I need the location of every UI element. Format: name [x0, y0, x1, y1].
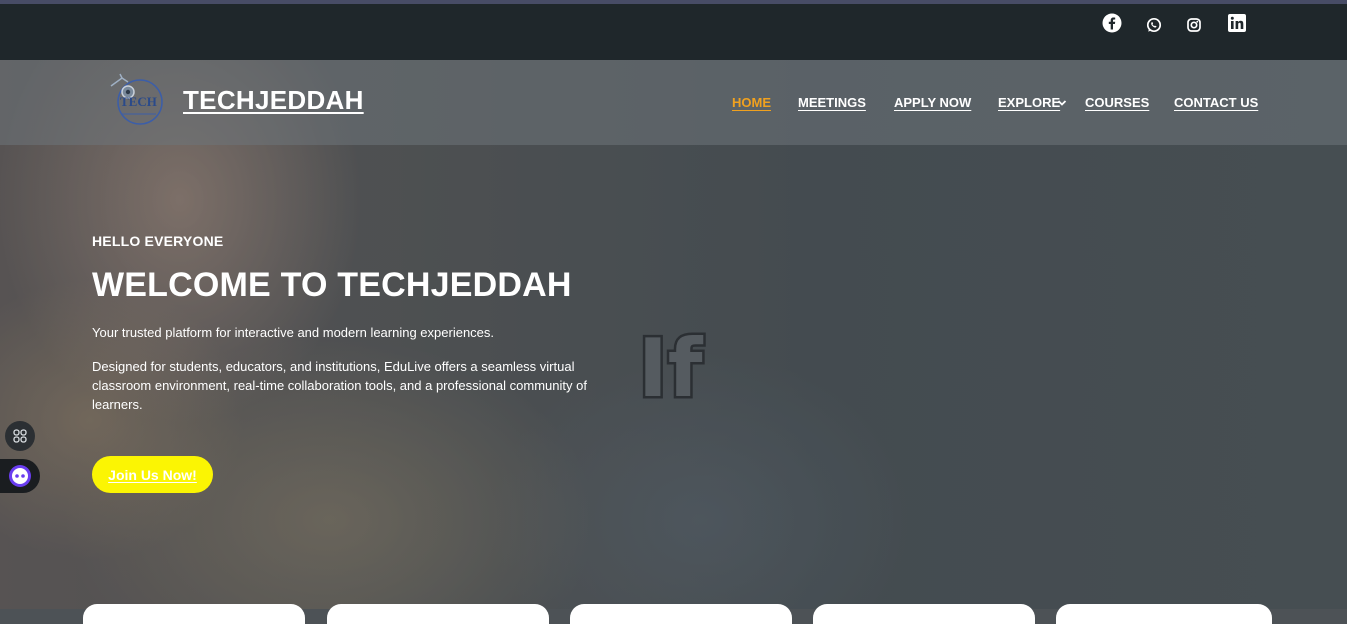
- hero-intro: Your trusted platform for interactive an…: [92, 325, 495, 340]
- feature-card[interactable]: [570, 604, 792, 624]
- linkedin-icon[interactable]: [1226, 12, 1248, 34]
- whatsapp-icon[interactable]: [1143, 14, 1165, 36]
- command-icon: [13, 429, 27, 443]
- apps-grid-button[interactable]: [5, 421, 35, 451]
- facebook-icon[interactable]: [1101, 12, 1123, 34]
- instagram-icon[interactable]: [1183, 14, 1205, 36]
- techjeddah-logo[interactable]: TECH: [106, 72, 166, 128]
- hero-description: Designed for students, educators, and in…: [92, 359, 587, 412]
- feature-card[interactable]: [327, 604, 549, 624]
- nav-meetings[interactable]: MEETINGS: [798, 94, 866, 112]
- nav-home[interactable]: HOME: [732, 94, 771, 112]
- hero-eyebrow: HELLO EVERYONE: [92, 233, 224, 249]
- nav-contact-us[interactable]: CONTACT US: [1174, 94, 1258, 112]
- feature-card[interactable]: [1056, 604, 1272, 624]
- hero-title: WELCOME TO TECHJEDDAH: [92, 266, 572, 304]
- bot-icon: [9, 465, 31, 487]
- feature-card[interactable]: [83, 604, 305, 624]
- sticker-text: If: [638, 322, 704, 408]
- feature-card[interactable]: [813, 604, 1035, 624]
- assistant-bot-button[interactable]: [0, 459, 40, 493]
- join-us-button[interactable]: Join Us Now!: [92, 456, 213, 493]
- chevron-down-icon[interactable]: [1057, 99, 1067, 107]
- nav-apply-now[interactable]: APPLY NOW: [894, 94, 971, 112]
- nav-explore[interactable]: EXPLORE: [998, 94, 1060, 112]
- site-brand-link[interactable]: TECHJEDDAH: [183, 84, 364, 116]
- logo-text: TECH: [120, 94, 157, 109]
- if-sticker: If: [636, 320, 707, 409]
- nav-courses[interactable]: COURSES: [1085, 94, 1149, 112]
